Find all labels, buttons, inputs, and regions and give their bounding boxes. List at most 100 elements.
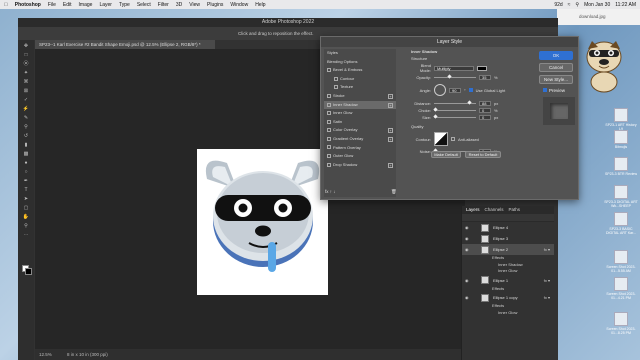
visibility-eye-icon[interactable]: ◉ [465,295,471,300]
zoom-tool-icon[interactable]: ⚲ [22,223,30,229]
blur-tool-icon[interactable]: ● [22,160,30,166]
style-checkbox[interactable] [327,145,331,150]
global-light-checkbox[interactable] [468,88,473,92]
opacity-field[interactable]: 35 [479,74,491,80]
add-effect-icon[interactable]: + [388,128,393,134]
add-effect-icon[interactable]: + [388,162,393,168]
menu-help[interactable]: Help [255,2,265,8]
crop-tool-icon[interactable]: ⌘ [22,79,30,85]
menu-type[interactable]: Type [119,2,130,8]
style-checkbox[interactable] [327,68,331,73]
style-checkbox[interactable] [327,128,331,133]
style-checkbox[interactable] [327,119,331,124]
shape-tool-icon[interactable]: ▢ [22,205,30,211]
menu-plugins[interactable]: Plugins [207,2,223,8]
menu-file[interactable]: File [48,2,56,8]
style-item-contour[interactable]: Contour [324,75,396,84]
fx-controls[interactable]: fx ↑ ↓ [325,189,336,194]
contour-picker[interactable] [434,132,448,146]
style-item-inner-glow[interactable]: Inner Glow [324,109,396,118]
gradient-tool-icon[interactable]: ▩ [22,151,30,157]
style-item-blending-options[interactable]: Blending Options [324,58,396,67]
shadow-color-swatch[interactable] [477,65,487,71]
zoom-level[interactable]: 12.5% [39,352,52,357]
healing-brush-icon[interactable]: ⚡ [22,106,30,112]
desktop-file-icon[interactable]: SP23-3 DIGITAL ART Wk...SHEEP [603,185,639,209]
marquee-tool-icon[interactable]: □ [22,52,30,58]
choke-field[interactable]: 0 [479,107,491,113]
trash-icon[interactable]: 🗑 [391,189,397,195]
distance-field[interactable]: 88 [479,100,491,106]
tab-channels[interactable]: Channels [485,206,504,214]
background-color-swatch[interactable] [25,268,32,275]
stamp-tool-icon[interactable]: ⚲ [22,124,30,130]
wifi-icon[interactable]: ≈ [568,2,571,8]
dodge-tool-icon[interactable]: ○ [22,169,30,175]
style-item-stroke[interactable]: Stroke + [324,92,396,101]
angle-dial[interactable] [434,84,446,96]
add-effect-icon[interactable]: + [388,93,393,99]
style-item-satin[interactable]: Satin [324,118,396,127]
visibility-eye-icon[interactable]: ◉ [465,278,471,283]
add-effect-icon[interactable]: + [388,102,393,108]
layer-fx-icon[interactable]: fx ▾ [544,247,550,252]
style-item-inner-shadow[interactable]: Inner Shadow + [324,100,396,110]
pug-bandit-image[interactable] [580,35,628,93]
more-tools-icon[interactable]: ⋯ [22,232,30,238]
layer-fx-icon[interactable]: fx ▾ [544,278,550,283]
style-item-pattern-overlay[interactable]: Pattern Overlay [324,144,396,153]
menu-image[interactable]: Image [79,2,93,8]
move-tool-icon[interactable]: ✥ [22,43,30,49]
desktop-file-icon[interactable]: SP23-3 BTR Review [603,157,639,176]
brush-tool-icon[interactable]: ✎ [22,115,30,121]
eraser-tool-icon[interactable]: ▮ [22,142,30,148]
new-style-button[interactable]: New Style... [539,75,573,84]
style-checkbox[interactable] [327,162,331,167]
lasso-tool-icon[interactable]: ⦿ [22,61,30,67]
menu-filter[interactable]: Filter [158,2,169,8]
dialog-title[interactable]: Layer Style [321,37,578,47]
tab-paths[interactable]: Paths [509,206,521,214]
hand-tool-icon[interactable]: ✋ [22,214,30,220]
apple-icon[interactable]:  [4,2,8,8]
type-tool-icon[interactable]: T [22,187,30,193]
path-selection-icon[interactable]: ➤ [22,196,30,202]
styles-header[interactable]: Styles [324,49,396,58]
blend-mode-select[interactable]: Multiply [434,65,474,71]
desktop-file-icon[interactable]: Screen Shot 2023-01...4.21 PM [603,277,639,301]
anti-aliased-checkbox[interactable] [451,137,455,141]
desktop-file-icon[interactable]: Bitmojis [603,130,639,149]
style-checkbox[interactable] [327,154,331,159]
layer-row[interactable]: ◉ Ellipse 1 fx ▾ [462,275,554,286]
make-default-button[interactable]: Make Default [431,151,461,158]
style-item-gradient-overlay[interactable]: Gradient Overlay + [324,135,396,144]
style-item-texture[interactable]: Texture [324,83,396,92]
desktop-file-icon[interactable]: SP23-1 ART History L9 [603,108,639,132]
menu-layer[interactable]: Layer [99,2,112,8]
search-icon[interactable]: ⚲ [575,2,579,8]
cancel-button[interactable]: Cancel [539,63,573,72]
history-brush-icon[interactable]: ↺ [22,133,30,139]
artboard[interactable] [197,149,328,295]
tab-layers[interactable]: Layers [466,206,480,214]
layer-row[interactable]: ◉ Ellipse 4 [462,222,554,233]
choke-slider[interactable] [433,106,476,112]
style-checkbox[interactable] [334,76,338,81]
reset-default-button[interactable]: Reset to Default [465,151,501,158]
menu-edit[interactable]: Edit [63,2,72,8]
desktop-file-icon[interactable]: Screen Shot 2023-01...5.55 AM [603,250,639,274]
add-effect-icon[interactable]: + [388,136,393,142]
menu-photoshop[interactable]: Photoshop [15,2,41,8]
style-item-color-overlay[interactable]: Color Overlay + [324,126,396,135]
opacity-slider[interactable] [434,73,476,79]
menu-window[interactable]: Window [230,2,248,8]
layer-row[interactable]: ◉ Ellipse 2 fx ▾ [462,244,554,255]
menu-view[interactable]: View [189,2,200,8]
style-item-outer-glow[interactable]: Outer Glow [324,152,396,161]
frame-tool-icon[interactable]: ⊠ [22,88,30,94]
style-checkbox[interactable] [334,85,338,90]
ok-button[interactable]: OK [539,51,573,60]
layer-effect-item[interactable]: Inner Glow [462,310,554,317]
battery-status[interactable]: 92d [554,2,562,8]
style-checkbox[interactable] [327,136,331,141]
